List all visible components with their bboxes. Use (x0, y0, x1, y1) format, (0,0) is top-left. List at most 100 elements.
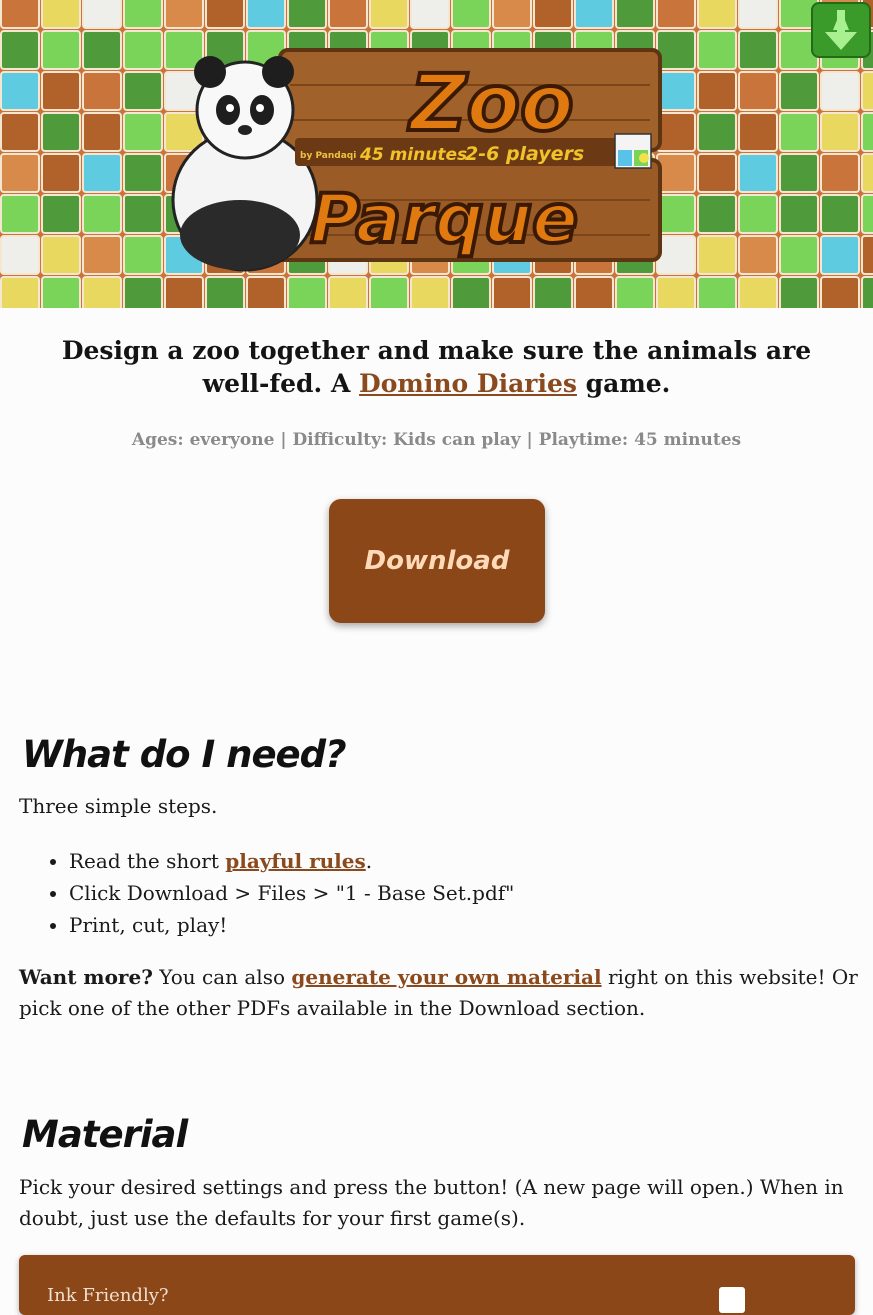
background-tile (287, 276, 327, 308)
background-tile (82, 194, 122, 234)
background-tile (205, 0, 245, 29)
logo-byline: by Pandaqi (300, 151, 356, 161)
background-tile (738, 235, 778, 275)
settings-panel: Ink Friendly? (19, 1255, 855, 1315)
hero-banner: Zoo Parque by Pandaqi 45 minutes 2-6 pla… (0, 0, 873, 308)
background-tile (287, 0, 327, 29)
background-tile (82, 71, 122, 111)
background-tile (697, 71, 737, 111)
download-corner-icon[interactable] (811, 2, 871, 58)
background-tile (779, 194, 819, 234)
domino-diaries-link[interactable]: Domino Diaries (359, 369, 577, 398)
list-item: Print, cut, play! (69, 909, 514, 941)
background-tile (492, 0, 532, 29)
background-tile (820, 71, 860, 111)
ink-friendly-label: Ink Friendly? (47, 1285, 169, 1306)
step-text: Read the short (69, 849, 226, 873)
background-tile (738, 194, 778, 234)
background-tile (0, 0, 40, 29)
background-tile (41, 71, 81, 111)
background-tile (861, 276, 873, 308)
duration-badge: 45 minutes (359, 145, 467, 165)
background-tile (451, 0, 491, 29)
game-meta-info: Ages: everyone | Difficulty: Kids can pl… (131, 430, 742, 450)
background-tile (779, 71, 819, 111)
background-tile (779, 112, 819, 152)
background-tile (820, 194, 860, 234)
download-button[interactable]: Download (329, 499, 545, 623)
background-tile (697, 0, 737, 29)
background-tile (123, 0, 163, 29)
background-tile (41, 112, 81, 152)
background-tile (369, 0, 409, 29)
background-tile (615, 276, 655, 308)
game-logo: Zoo Parque by Pandaqi 45 minutes 2-6 pla… (171, 48, 662, 272)
background-tile (123, 71, 163, 111)
list-item: Click Download > Files > "1 - Base Set.p… (69, 877, 514, 909)
background-tile (41, 153, 81, 193)
ink-friendly-checkbox[interactable] (719, 1287, 745, 1313)
background-tile (0, 30, 40, 70)
series-badge (614, 133, 652, 169)
background-tile (615, 0, 655, 29)
players-badge: 2-6 players (465, 143, 584, 165)
background-tile (0, 235, 40, 275)
background-tile (0, 194, 40, 234)
background-tile (738, 153, 778, 193)
what-do-i-need-heading: What do I need? (22, 733, 347, 776)
background-tile (246, 0, 286, 29)
background-tile (738, 71, 778, 111)
background-tile (779, 276, 819, 308)
background-tile (697, 194, 737, 234)
background-tile (738, 0, 778, 29)
background-tile (574, 0, 614, 29)
background-tile (41, 235, 81, 275)
background-tile (697, 153, 737, 193)
background-tile (820, 153, 860, 193)
background-tile (123, 194, 163, 234)
background-tile (164, 0, 204, 29)
want-more-paragraph: Want more? You can also generate your ow… (19, 962, 859, 1024)
background-tile (123, 276, 163, 308)
background-tile (861, 235, 873, 275)
background-tile (861, 194, 873, 234)
tagline-suffix: game. (576, 369, 671, 398)
background-tile (123, 30, 163, 70)
background-tile (123, 112, 163, 152)
background-tile (328, 276, 368, 308)
background-tile (492, 276, 532, 308)
background-tile (533, 0, 573, 29)
background-tile (82, 30, 122, 70)
background-tile (205, 276, 245, 308)
step-suffix: . (365, 849, 373, 873)
background-tile (0, 71, 40, 111)
background-tile (820, 112, 860, 152)
background-tile (656, 276, 696, 308)
background-tile (164, 276, 204, 308)
background-tile (41, 276, 81, 308)
background-tile (410, 0, 450, 29)
background-tile (0, 276, 40, 308)
background-tile (41, 194, 81, 234)
background-tile (82, 153, 122, 193)
background-tile (861, 112, 873, 152)
background-tile (738, 112, 778, 152)
generate-material-link[interactable]: generate your own material (291, 965, 601, 989)
steps-list: Read the short playful rules. Click Down… (19, 845, 514, 941)
background-tile (779, 235, 819, 275)
background-tile (820, 235, 860, 275)
background-tile (574, 276, 614, 308)
background-tile (123, 153, 163, 193)
background-tile (41, 0, 81, 29)
background-tile (779, 153, 819, 193)
playful-rules-link[interactable]: playful rules (225, 849, 366, 873)
material-intro: Pick your desired settings and press the… (19, 1175, 844, 1230)
background-tile (697, 112, 737, 152)
logo-title-line1: Zoo (407, 59, 574, 149)
background-tile (820, 276, 860, 308)
background-tile (451, 276, 491, 308)
background-tile (123, 235, 163, 275)
background-tile (82, 276, 122, 308)
background-tile (697, 30, 737, 70)
background-tile (82, 0, 122, 29)
